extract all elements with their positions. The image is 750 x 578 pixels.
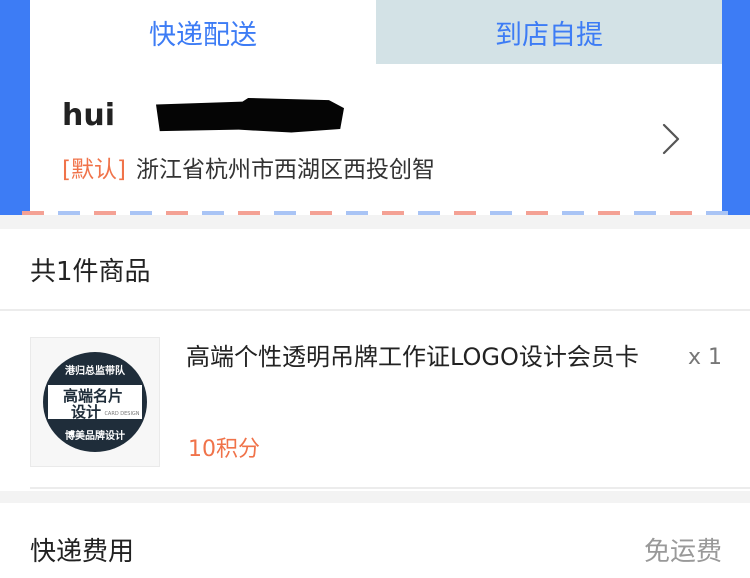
airmail-border [22,211,728,215]
logo-bottom-text: 博美品牌设计 [65,429,125,442]
address-line: [默认] 浙江省杭州市西湖区西投创智 [62,150,435,184]
address-card[interactable]: hui [默认] 浙江省杭州市西湖区西投创智 [30,64,722,215]
address-text: 浙江省杭州市西湖区西投创智 [135,157,435,183]
product-logo-image: 港归总监带队 高端名片 设计 CARD DESIGN 博美品牌设计 [43,352,147,452]
logo-main-line2: 设计 [71,403,101,421]
items-summary: 共1件商品 [0,229,750,309]
shipping-fee-value: 免运费 [643,537,722,567]
tab-express-delivery[interactable]: 快递配送 [30,0,376,64]
logo-top-text: 港归总监带队 [65,364,126,377]
product-thumbnail[interactable]: 港归总监带队 高端名片 设计 CARD DESIGN 博美品牌设计 [30,337,160,467]
tab-label: 到店自提 [495,19,603,51]
product-title: 高端个性透明吊牌工作证LOGO设计会员卡 [186,343,639,371]
default-address-badge: [默认] [62,157,126,183]
tab-store-pickup[interactable]: 到店自提 [376,0,722,64]
logo-side-text: CARD DESIGN [104,411,139,417]
product-quantity: x 1 [687,345,722,370]
recipient-name: hui [62,98,115,133]
recipient-phone-redacted [156,98,344,133]
product-row[interactable]: 港归总监带队 高端名片 设计 CARD DESIGN 博美品牌设计 高端个性透明… [0,311,750,491]
product-price: 10积分 [188,437,260,462]
chevron-right-icon[interactable] [658,122,684,156]
delivery-tabs: 快递配送 到店自提 [30,0,722,64]
divider [30,487,750,489]
shipping-fee-label: 快递费用 [30,537,135,567]
items-count: 共1件商品 [30,257,151,287]
order-confirm-page: 快递配送 到店自提 hui [默认] 浙江省杭州市西湖区西投创智 共1件商品 港归… [0,0,750,578]
shipping-fee-row: 快递费用 免运费 [0,503,750,578]
tab-label: 快递配送 [149,19,257,51]
